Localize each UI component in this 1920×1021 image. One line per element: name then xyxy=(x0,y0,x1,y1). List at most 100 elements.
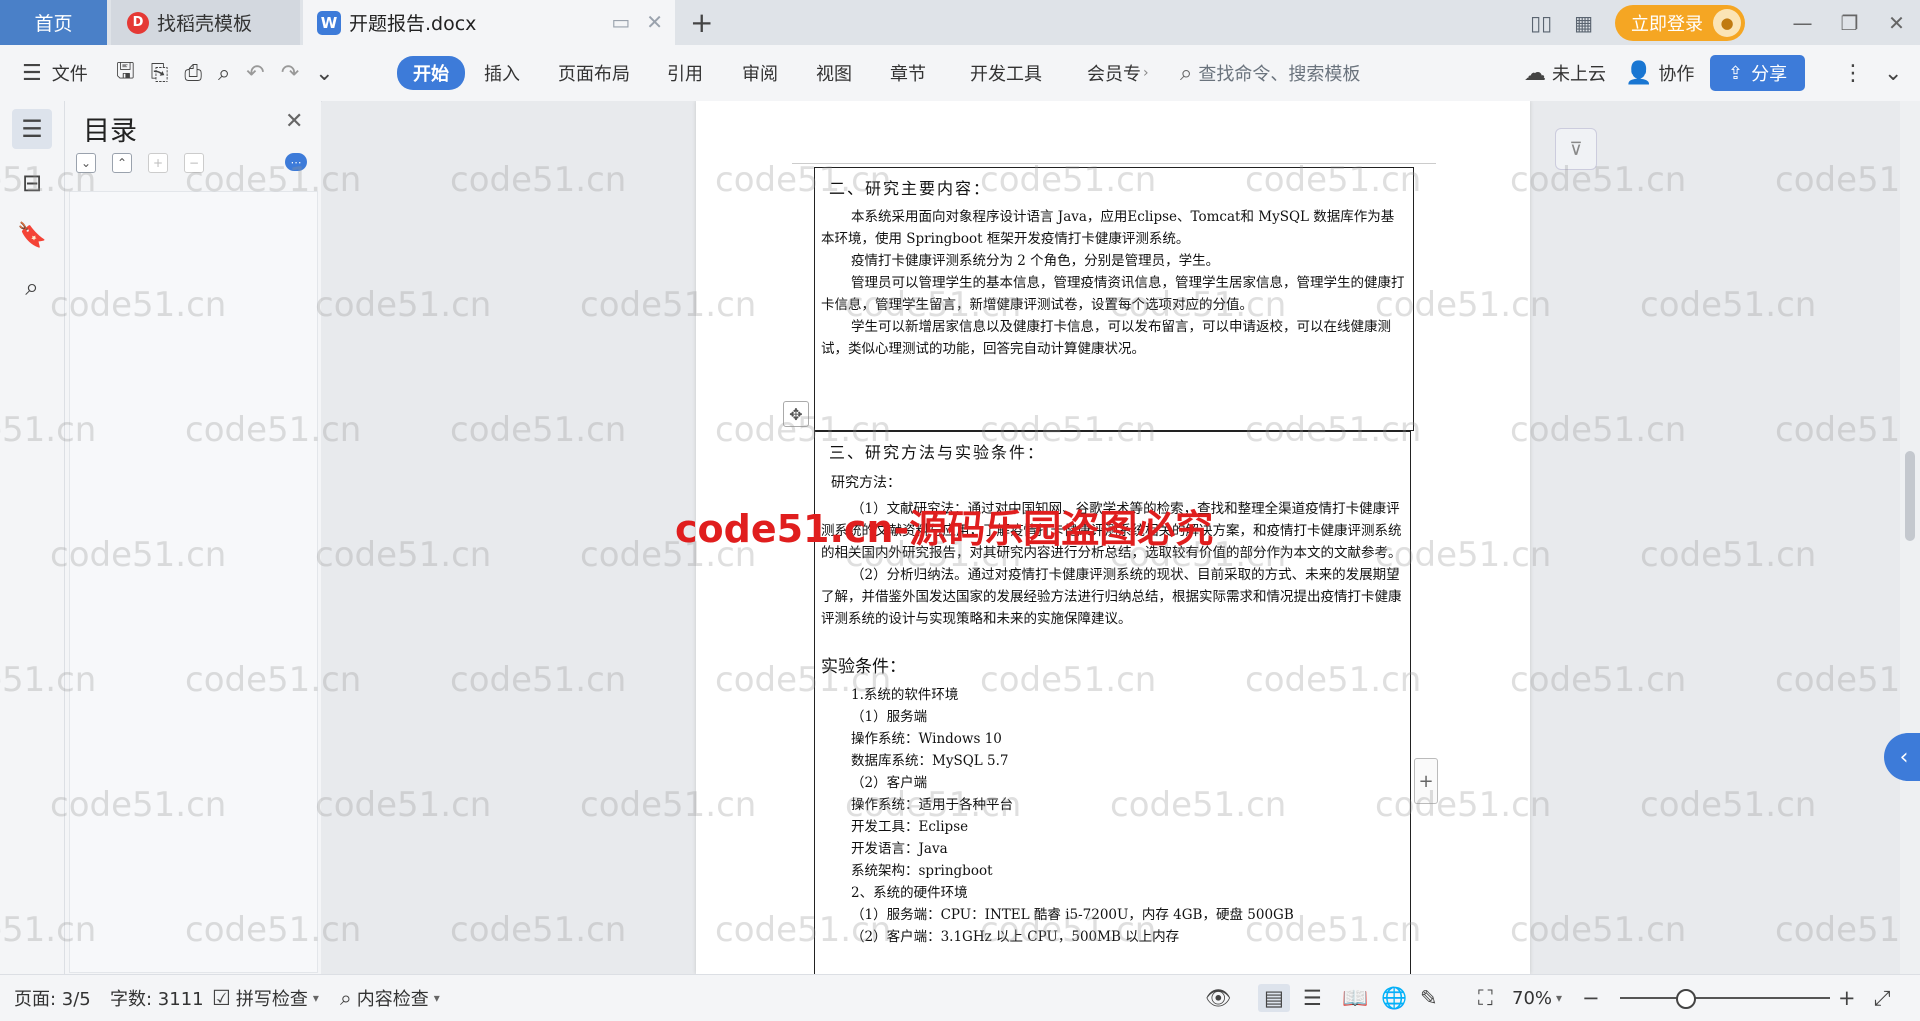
reading-mode-icon[interactable]: 📖 xyxy=(1342,986,1368,1011)
list-item: 2、系统的硬件环境 xyxy=(851,885,968,901)
apps-grid-icon[interactable]: ▦ xyxy=(1574,11,1593,35)
pin-window-icon[interactable]: ▭ xyxy=(611,10,630,34)
watermark-banner: code51.cn-源码乐园盗图必究 xyxy=(675,507,1214,551)
close-tab-icon[interactable]: ✕ xyxy=(646,10,663,34)
fit-page-icon[interactable]: ⛶ xyxy=(1478,986,1493,1011)
menu-insert[interactable]: 插入 xyxy=(484,45,520,101)
list-item: （2）客户端 xyxy=(851,775,928,791)
zoom-level: 70% xyxy=(1512,987,1553,1009)
find-icon[interactable]: ⌕ xyxy=(12,267,52,307)
content-check-label: 内容检查 xyxy=(356,989,429,1010)
file-menu-label: 文件 xyxy=(51,64,88,85)
section-heading: 二、研究主要内容： xyxy=(829,179,992,198)
zoom-in-icon[interactable]: + xyxy=(1838,986,1856,1010)
left-icon-bar: ☰ ⊟ 🔖 ⌕ xyxy=(0,101,65,974)
table-move-handle-icon[interactable]: ✥ xyxy=(783,401,809,427)
redo-icon[interactable]: ↷ xyxy=(281,61,299,86)
ribbon-toolbar: ☰ 文件 🖫 ⎘ ⎙ ⌕ ↶ ↷ ⌄ 开始 插入 页面布局 引用 审阅 视图 章… xyxy=(0,45,1920,102)
undo-icon[interactable]: ↶ xyxy=(246,61,264,86)
zoom-slider-handle[interactable] xyxy=(1676,989,1696,1009)
paragraph: 疫情打卡健康评测系统分为 2 个角色，分别是管理员，学生。 xyxy=(851,253,1220,269)
paragraph: 学生可以新增居家信息以及健康打卡信息，可以发布留言，可以申请返校，可以在线健康测… xyxy=(821,319,1391,357)
file-menu[interactable]: ☰ 文件 xyxy=(22,45,88,101)
share-icon: ⇪ xyxy=(1728,62,1744,84)
menu-start[interactable]: 开始 xyxy=(397,56,465,90)
tab-bar: 首页 D 找稻壳模板 W 开题报告.docx ▭ ✕ + ▯▯ ▦ 立即登录 ●… xyxy=(0,0,1920,45)
dropdown-icon: ▾ xyxy=(312,991,319,1005)
menu-developer[interactable]: 开发工具 xyxy=(970,45,1042,101)
bookmark-icon[interactable]: 🔖 xyxy=(12,215,52,255)
wps-writer-icon: W xyxy=(317,10,341,35)
vertical-scrollbar[interactable] xyxy=(1900,101,1920,974)
menu-view[interactable]: 视图 xyxy=(816,45,852,101)
menu-references[interactable]: 引用 xyxy=(667,45,703,101)
add-row-button[interactable]: + xyxy=(1414,758,1438,804)
zoom-out-icon[interactable]: − xyxy=(1582,986,1600,1010)
menu-page-layout[interactable]: 页面布局 xyxy=(558,45,630,101)
paragraph: 管理员可以管理学生的基本信息，管理疫情资讯信息，管理学生居家信息，管理学生的健康… xyxy=(821,275,1405,313)
word-count[interactable]: 字数: 3111 xyxy=(110,975,204,1021)
table-cell-research-content[interactable]: 二、研究主要内容： 本系统采用面向对象程序设计语言 Java，应用Eclipse… xyxy=(814,167,1414,431)
list-item: 开发工具：Eclipse xyxy=(851,819,969,835)
tab-document-label: 开题报告.docx xyxy=(349,13,477,35)
page-view-icon[interactable]: ▤ xyxy=(1258,984,1290,1012)
hamburger-icon: ☰ xyxy=(22,60,42,86)
restore-icon[interactable]: ❐ xyxy=(1826,11,1873,35)
menu-chapter[interactable]: 章节 xyxy=(890,45,926,101)
list-item: （1）服务端：CPU：INTEL 酷睿 i5-7200U，内存 4GB，硬盘 5… xyxy=(851,907,1294,923)
collaborate-icon: 👤 xyxy=(1625,60,1653,86)
collaborate-button[interactable]: 👤 协作 xyxy=(1625,45,1694,101)
demote-heading-icon[interactable]: − xyxy=(184,153,204,173)
zoom-level-select[interactable]: 70% ▾ xyxy=(1512,975,1562,1021)
promote-heading-icon[interactable]: + xyxy=(148,153,168,173)
tab-document[interactable]: W 开题报告.docx ▭ ✕ xyxy=(303,0,675,45)
status-bar: 页面: 3/5 字数: 3111 ☑ 拼写检查 ▾ ⌕ 内容检查 ▾ 👁 ▤ ☰… xyxy=(0,974,1920,1021)
new-tab-button[interactable]: + xyxy=(690,6,713,39)
menu-member[interactable]: 会员专 › xyxy=(1087,45,1149,101)
toc-panel-icon[interactable]: ☰ xyxy=(12,109,52,149)
write-mode-icon[interactable]: ✎ xyxy=(1420,986,1438,1010)
web-layout-icon[interactable]: 🌐 xyxy=(1381,986,1407,1011)
page-indicator[interactable]: 页面: 3/5 xyxy=(14,975,91,1021)
toc-settings-toggle-icon[interactable]: ⋯ xyxy=(285,153,307,171)
collapse-all-icon[interactable]: ⌃ xyxy=(112,153,132,173)
navigation-pane-icon[interactable]: ⊟ xyxy=(12,163,52,203)
minimize-icon[interactable]: — xyxy=(1779,11,1826,35)
menu-review[interactable]: 审阅 xyxy=(742,45,778,101)
tab-templates[interactable]: D 找稻壳模板 xyxy=(111,0,300,45)
spellcheck-button[interactable]: ☑ 拼写检查 ▾ xyxy=(212,975,319,1021)
command-search[interactable]: ⌕ 查找命令、搜索模板 xyxy=(1180,45,1360,101)
expand-all-icon[interactable]: ⌄ xyxy=(76,153,96,173)
spellcheck-label: 拼写检查 xyxy=(235,989,308,1010)
more-options-icon[interactable]: ⋮ xyxy=(1842,61,1864,86)
fullscreen-icon[interactable]: ⤢ xyxy=(1874,986,1891,1011)
collapse-ribbon-icon[interactable]: ⌄ xyxy=(1884,61,1902,86)
search-icon: ⌕ xyxy=(1180,60,1193,86)
outline-view-icon[interactable]: ☰ xyxy=(1303,986,1322,1010)
tab-templates-label: 找稻壳模板 xyxy=(157,13,253,35)
cloud-status[interactable]: ☁ 未上云 xyxy=(1524,45,1606,101)
share-button[interactable]: ⇪ 分享 xyxy=(1710,55,1806,91)
eye-protection-icon[interactable]: 👁 xyxy=(1205,986,1232,1011)
tab-home-label: 首页 xyxy=(34,13,73,35)
content-check-button[interactable]: ⌕ 内容检查 ▾ xyxy=(340,975,440,1021)
window-layout-icon[interactable]: ▯▯ xyxy=(1530,11,1552,35)
zoom-slider[interactable] xyxy=(1620,997,1830,999)
scrollbar-thumb[interactable] xyxy=(1905,451,1915,541)
tab-home[interactable]: 首页 xyxy=(0,0,107,45)
methods-heading: 研究方法： xyxy=(831,475,901,491)
login-button[interactable]: 立即登录 ● xyxy=(1615,4,1745,41)
floating-panel-toggle-icon[interactable]: ⊽ xyxy=(1555,128,1597,170)
list-item: 数据库系统：MySQL 5.7 xyxy=(851,753,1009,769)
print-icon[interactable]: ⎙ xyxy=(184,61,202,86)
command-search-placeholder: 查找命令、搜索模板 xyxy=(1198,64,1361,85)
spellcheck-icon: ☑ xyxy=(212,986,231,1010)
close-window-icon[interactable]: ✕ xyxy=(1873,11,1920,35)
page-margin-marker xyxy=(792,163,1436,164)
close-toc-icon[interactable]: ✕ xyxy=(285,109,303,134)
list-item: 操作系统：适用于各种平台 xyxy=(851,797,1013,813)
export-pdf-icon[interactable]: ⎘ xyxy=(151,61,169,86)
print-preview-icon[interactable]: ⌕ xyxy=(218,61,230,86)
more-quick-actions-icon[interactable]: ⌄ xyxy=(315,61,333,86)
save-icon[interactable]: 🖫 xyxy=(116,54,135,92)
